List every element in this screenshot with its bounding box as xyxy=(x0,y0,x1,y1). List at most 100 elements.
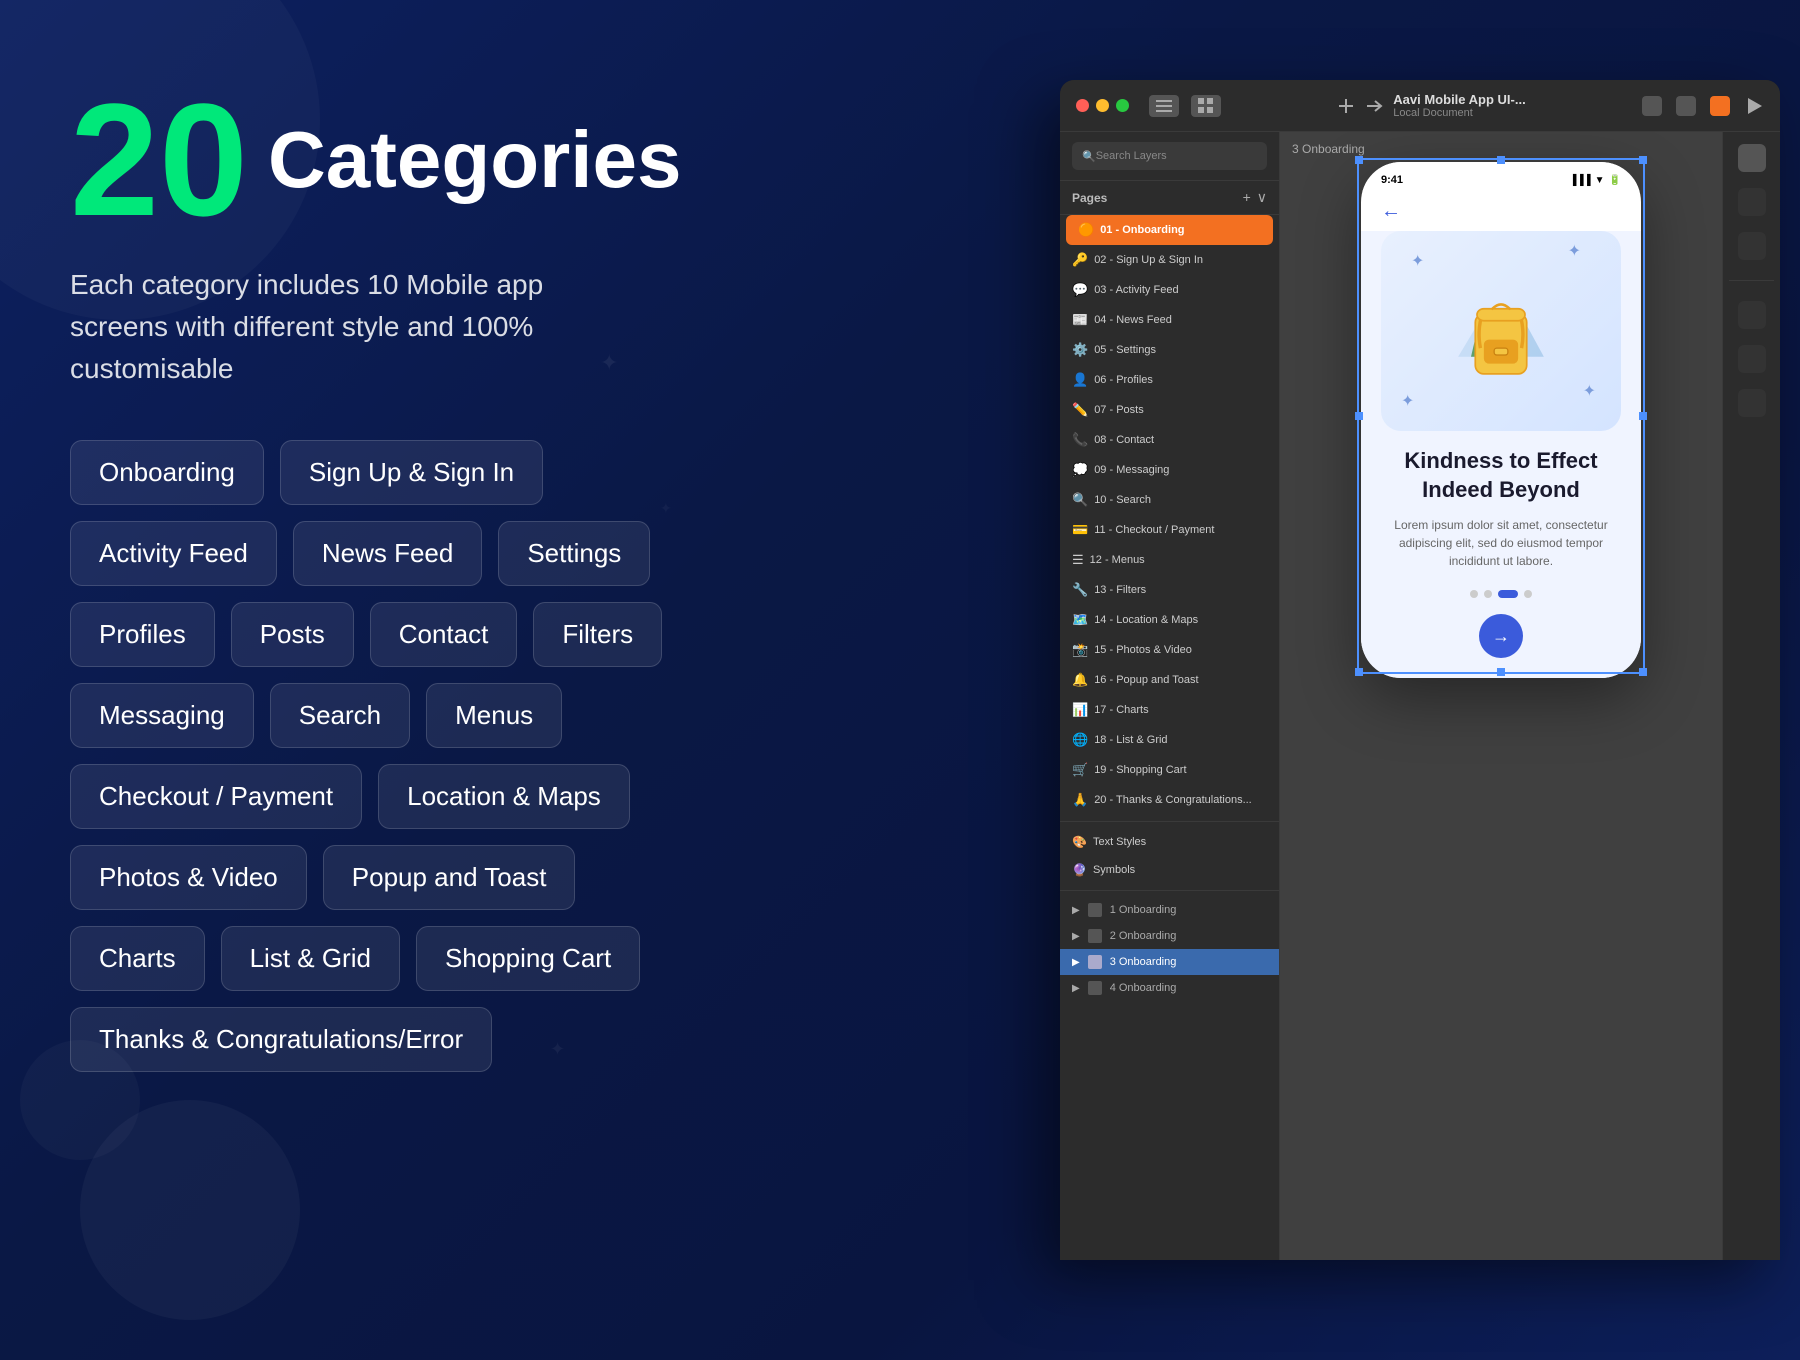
title-area: Aavi Mobile App UI-... Local Document xyxy=(1233,92,1630,119)
share-prop-icon[interactable] xyxy=(1738,301,1766,329)
tag-thanks[interactable]: Thanks & Congratulations/Error xyxy=(70,1007,492,1072)
pages-expand-button[interactable]: ∨ xyxy=(1257,189,1267,206)
grid-view-icon[interactable] xyxy=(1191,95,1221,117)
phone-nav-bar: ← xyxy=(1361,192,1641,231)
layer-1-onboarding[interactable]: ▶ 1 Onboarding xyxy=(1060,897,1279,923)
selection-handle-tr[interactable] xyxy=(1639,156,1647,164)
tag-location[interactable]: Location & Maps xyxy=(378,764,630,829)
sidebar-divider-2 xyxy=(1060,890,1279,891)
page-item-thanks[interactable]: 🙏 20 - Thanks & Congratulations... xyxy=(1060,785,1279,815)
tag-popup[interactable]: Popup and Toast xyxy=(323,845,576,910)
history-icon[interactable] xyxy=(1676,96,1696,116)
doc-type: Local Document xyxy=(1393,107,1525,119)
add-prop-icon[interactable] xyxy=(1738,389,1766,417)
figma-body: 🔍 Search Layers Pages + ∨ 🟠 01 - Onb xyxy=(1060,132,1780,1260)
page-item-shopping[interactable]: 🛒 19 - Shopping Cart xyxy=(1060,755,1279,785)
tag-signup[interactable]: Sign Up & Sign In xyxy=(280,440,543,505)
add-page-button[interactable]: + xyxy=(1243,189,1251,206)
hero-categories-label: Categories xyxy=(268,114,681,206)
layer-4-onboarding[interactable]: ▶ 4 Onboarding xyxy=(1060,975,1279,1001)
figma-window: Aavi Mobile App UI-... Local Document 🔍 xyxy=(1060,80,1780,1260)
tag-contact[interactable]: Contact xyxy=(370,602,518,667)
page-item-charts[interactable]: 📊 17 - Charts xyxy=(1060,695,1279,725)
tag-photos[interactable]: Photos & Video xyxy=(70,845,307,910)
page-item-messaging[interactable]: 💭 09 - Messaging xyxy=(1060,455,1279,485)
dot-4 xyxy=(1524,590,1532,598)
share-icon[interactable] xyxy=(1710,96,1730,116)
page-item-settings[interactable]: ⚙️ 05 - Settings xyxy=(1060,335,1279,365)
page-item-contact[interactable]: 📞 08 - Contact xyxy=(1060,425,1279,455)
tag-profiles[interactable]: Profiles xyxy=(70,602,215,667)
pages-label: Pages xyxy=(1072,191,1107,205)
page-item-activity[interactable]: 💬 03 - Activity Feed xyxy=(1060,275,1279,305)
back-arrow-icon[interactable]: ← xyxy=(1381,200,1401,223)
tag-activity-feed[interactable]: Activity Feed xyxy=(70,521,277,586)
page-item-menus[interactable]: ☰ 12 - Menus xyxy=(1060,545,1279,575)
page-item-posts[interactable]: ✏️ 07 - Posts xyxy=(1060,395,1279,425)
phone-body-text: Lorem ipsum dolor sit amet, consectetur … xyxy=(1381,516,1621,570)
tags-row-2: Activity Feed News Feed Settings xyxy=(70,521,690,586)
pagination-dots xyxy=(1381,590,1621,598)
selection-handle-bl[interactable] xyxy=(1355,668,1363,676)
page-item-popup[interactable]: 🔔 16 - Popup and Toast xyxy=(1060,665,1279,695)
tag-messaging[interactable]: Messaging xyxy=(70,683,254,748)
phone-mockup: 9:41 ▐▐▐ ▼ 🔋 ← ✦ xyxy=(1361,162,1641,678)
page-item-search[interactable]: 🔍 10 - Search xyxy=(1060,485,1279,515)
close-button[interactable] xyxy=(1076,99,1089,112)
search-layers-input[interactable]: 🔍 Search Layers xyxy=(1072,142,1267,170)
chat-icon[interactable] xyxy=(1642,96,1662,116)
design-tab-icon[interactable] xyxy=(1738,144,1766,172)
page-item-checkout[interactable]: 💳 11 - Checkout / Payment xyxy=(1060,515,1279,545)
right-panel: Aavi Mobile App UI-... Local Document 🔍 xyxy=(1060,80,1800,1280)
tag-settings[interactable]: Settings xyxy=(498,521,650,586)
page-item-location[interactable]: 🗺️ 14 - Location & Maps xyxy=(1060,605,1279,635)
page-item-photos[interactable]: 📸 15 - Photos & Video xyxy=(1060,635,1279,665)
fig-canvas: 3 Onboarding 9:41 ▐▐▐ ▼ 🔋 ← xyxy=(1280,132,1722,1260)
phone-time: 9:41 xyxy=(1381,174,1403,186)
sparkle-icon-4: ✦ xyxy=(1583,381,1596,401)
selection-handle-tl[interactable] xyxy=(1355,156,1363,164)
play-icon[interactable] xyxy=(1744,96,1764,116)
layer-2-onboarding[interactable]: ▶ 2 Onboarding xyxy=(1060,923,1279,949)
tag-menus[interactable]: Menus xyxy=(426,683,562,748)
dot-2 xyxy=(1484,590,1492,598)
next-button[interactable]: → xyxy=(1479,614,1523,658)
tag-posts[interactable]: Posts xyxy=(231,602,354,667)
page-item-list-grid[interactable]: 🌐 18 - List & Grid xyxy=(1060,725,1279,755)
canvas-label: 3 Onboarding xyxy=(1292,142,1365,156)
page-item-newsfeed[interactable]: 📰 04 - News Feed xyxy=(1060,305,1279,335)
tag-filters[interactable]: Filters xyxy=(533,602,662,667)
tag-onboarding[interactable]: Onboarding xyxy=(70,440,264,505)
page-item-signup[interactable]: 🔑 02 - Sign Up & Sign In xyxy=(1060,245,1279,275)
tag-news-feed[interactable]: News Feed xyxy=(293,521,483,586)
layer-3-onboarding[interactable]: ▶ 3 Onboarding xyxy=(1060,949,1279,975)
traffic-lights xyxy=(1076,99,1129,112)
phone-status-icons: ▐▐▐ ▼ 🔋 xyxy=(1569,175,1621,186)
maximize-button[interactable] xyxy=(1116,99,1129,112)
page-item-filters[interactable]: 🔧 13 - Filters xyxy=(1060,575,1279,605)
tag-search[interactable]: Search xyxy=(270,683,410,748)
sidebar-search-area: 🔍 Search Layers xyxy=(1060,132,1279,181)
symbols-item[interactable]: 🔮 Symbols xyxy=(1060,856,1279,884)
tag-shopping-cart[interactable]: Shopping Cart xyxy=(416,926,640,991)
prototype-tab-icon[interactable] xyxy=(1738,188,1766,216)
tag-list-grid[interactable]: List & Grid xyxy=(221,926,400,991)
tag-checkout[interactable]: Checkout / Payment xyxy=(70,764,362,829)
app-title-group: Aavi Mobile App UI-... Local Document xyxy=(1393,92,1525,119)
tags-row-7: Charts List & Grid Shopping Cart xyxy=(70,926,690,991)
page-item-profiles[interactable]: 👤 06 - Profiles xyxy=(1060,365,1279,395)
selection-handle-br[interactable] xyxy=(1639,668,1647,676)
props-divider xyxy=(1729,280,1775,281)
minimize-button[interactable] xyxy=(1096,99,1109,112)
fig-sidebar: 🔍 Search Layers Pages + ∨ 🟠 01 - Onb xyxy=(1060,132,1280,1260)
text-styles-item[interactable]: 🎨 Text Styles xyxy=(1060,828,1279,856)
sparkle-icon-3: ✦ xyxy=(1401,391,1414,411)
inspect-tab-icon[interactable] xyxy=(1738,232,1766,260)
page-item-onboarding[interactable]: 🟠 01 - Onboarding xyxy=(1066,215,1273,245)
tag-charts[interactable]: Charts xyxy=(70,926,205,991)
hero-number: 20 xyxy=(70,80,248,240)
image-prop-icon[interactable] xyxy=(1738,345,1766,373)
plus-icon[interactable] xyxy=(1337,97,1355,115)
app-title: Aavi Mobile App UI-... xyxy=(1393,92,1525,107)
sidebar-toggle-icon[interactable] xyxy=(1149,95,1179,117)
